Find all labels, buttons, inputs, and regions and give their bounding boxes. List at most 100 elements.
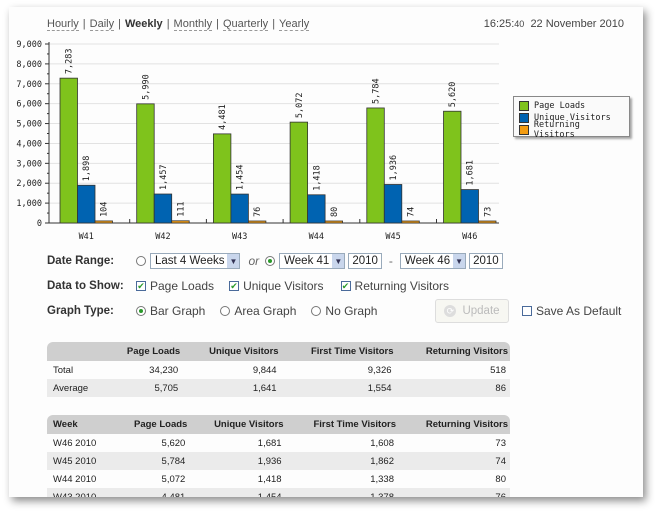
bar-value-label: 111 xyxy=(176,201,186,216)
x-tick-label: W41 xyxy=(79,232,94,242)
y-tick-label: 6,000 xyxy=(16,100,42,110)
data-to-show-row: Data to Show: ✔ Page Loads ✔ Unique Visito… xyxy=(47,279,450,293)
bar-value-label: 76 xyxy=(253,207,263,217)
x-tick-label: W43 xyxy=(232,232,247,242)
bar-unique-visitors xyxy=(230,193,249,224)
preset-range-select[interactable]: Last 4 Weeks ▼ xyxy=(150,253,241,269)
bar-unique-visitors xyxy=(460,189,479,224)
bar-returning-visitors xyxy=(171,220,190,224)
bar-value-label: 1,457 xyxy=(159,164,169,190)
y-tick-label: 0 xyxy=(37,219,42,229)
period-hourly[interactable]: Hourly xyxy=(47,18,79,31)
x-tick-label: W46 xyxy=(462,232,477,242)
save-as-default-checkbox[interactable] xyxy=(522,306,532,316)
date-range-label: Date Range: xyxy=(47,255,115,267)
bar-page-loads xyxy=(366,107,385,224)
bar-value-label: 7,283 xyxy=(65,49,75,75)
bar-page-loads xyxy=(136,103,155,224)
stats-panel: Hourly | Daily | Weekly | Monthly | Quarterly | Ye… xyxy=(9,7,643,497)
y-tick-label: 3,000 xyxy=(16,159,42,169)
period-quarterly[interactable]: Quarterly xyxy=(222,18,269,31)
legend-item-returning-visitors: Returning Visitors xyxy=(519,120,624,140)
no-graph-radio[interactable] xyxy=(311,306,322,316)
period-nav: Hourly | Daily | Weekly | Monthly | Quarterly | Ye… xyxy=(47,18,310,31)
x-tick-label: W45 xyxy=(385,232,400,242)
bar-value-label: 1,898 xyxy=(82,156,92,182)
y-tick-label: 2,000 xyxy=(16,179,42,189)
y-tick-label: 5,000 xyxy=(16,120,42,130)
page-loads-checkbox[interactable]: ✔ xyxy=(136,281,146,291)
bar-chart: 0 1,000 2,000 3,000 4,000 5,000 6,000 7,000 8,00… xyxy=(16,40,499,242)
legend-swatch-page-loads xyxy=(519,101,529,111)
y-tick-label: 9,000 xyxy=(16,40,42,50)
update-button[interactable]: ⟳ Update xyxy=(435,299,509,323)
from-week-select[interactable]: Week 41 ▼ xyxy=(279,253,346,269)
weekly-table: Week Page Loads Unique Visitors First Ti… xyxy=(47,415,510,497)
x-tick-label: W44 xyxy=(309,232,324,242)
bar-page-loads xyxy=(212,133,232,224)
bar-returning-visitors xyxy=(478,220,497,224)
chevron-down-icon: ▼ xyxy=(332,254,345,268)
to-week-select[interactable]: Week 46 ▼ xyxy=(399,253,467,269)
y-tick-label: 1,000 xyxy=(16,199,42,209)
table-row: W43 2010 4,481 1,454 1,378 76 xyxy=(47,488,510,497)
bar-value-label: 4,481 xyxy=(218,104,228,130)
period-daily[interactable]: Daily xyxy=(89,18,115,31)
graph-type-label: Graph Type: xyxy=(47,305,114,317)
bar-value-label: 74 xyxy=(407,207,417,217)
legend-swatch-returning-visitors xyxy=(519,125,529,135)
bar-value-label: 5,784 xyxy=(372,78,382,104)
bar-value-label: 1,681 xyxy=(466,160,476,186)
clock: 16:25:40 22 November 2010 xyxy=(484,18,624,30)
returning-visitors-checkbox[interactable]: ✔ xyxy=(340,281,351,291)
data-to-show-label: Data to Show: xyxy=(47,280,124,292)
table-row: W44 2010 5,072 1,418 1,338 80 xyxy=(47,470,510,488)
bar-returning-visitors xyxy=(94,220,113,224)
refresh-icon: ⟳ xyxy=(444,305,457,317)
preset-range-radio[interactable] xyxy=(136,256,146,266)
clock-date: 22 November 2010 xyxy=(530,18,624,30)
clock-seconds: 40 xyxy=(514,19,525,29)
period-weekly[interactable]: Weekly xyxy=(125,18,163,30)
weekly-header-row: Week Page Loads Unique Visitors First Ti… xyxy=(47,415,510,434)
period-monthly[interactable]: Monthly xyxy=(173,18,213,31)
bar-value-label: 1,418 xyxy=(312,165,322,191)
chevron-down-icon: ▼ xyxy=(453,254,466,268)
or-label: or xyxy=(248,254,260,268)
to-year-input[interactable]: 2010 xyxy=(469,253,503,269)
from-year-input[interactable]: 2010 xyxy=(348,253,382,269)
bar-unique-visitors xyxy=(383,184,403,224)
summary-header-row: Page Loads Unique Visitors First Time Vi… xyxy=(47,342,510,361)
bar-graph-radio[interactable] xyxy=(136,306,146,316)
custom-range-radio[interactable] xyxy=(265,256,276,266)
graph-type-row: Graph Type: Bar Graph Area Graph No Grap… xyxy=(47,304,378,318)
bar-value-label: 1,454 xyxy=(236,164,246,190)
x-tick-label: W42 xyxy=(155,232,170,242)
bar-unique-visitors xyxy=(153,193,173,224)
bar-value-label: 5,072 xyxy=(295,93,305,119)
bar-returning-visitors xyxy=(401,220,420,224)
bar-returning-visitors xyxy=(247,220,267,224)
y-tick-label: 4,000 xyxy=(16,139,42,149)
bar-value-label: 5,990 xyxy=(141,74,151,100)
bar-unique-visitors xyxy=(77,184,96,224)
chart-legend: Page Loads Unique Visitors Returning Vis… xyxy=(513,96,630,140)
period-yearly[interactable]: Yearly xyxy=(279,18,310,31)
table-row: Total 34,230 9,844 9,326 518 xyxy=(47,361,510,379)
clock-time: 16:25: xyxy=(483,18,515,30)
bar-value-label: 80 xyxy=(330,207,340,217)
bar-returning-visitors xyxy=(324,220,344,224)
legend-item-page-loads: Page Loads xyxy=(519,100,624,112)
save-as-default[interactable]: Save As Default xyxy=(522,304,621,318)
unique-visitors-checkbox[interactable]: ✔ xyxy=(229,281,240,291)
bar-value-label: 5,620 xyxy=(448,82,458,108)
y-tick-label: 8,000 xyxy=(16,60,42,70)
date-range-row: Date Range: Last 4 Weeks ▼ or Week 41 ▼ 20… xyxy=(47,251,503,271)
bar-value-label: 104 xyxy=(100,202,110,217)
chevron-down-icon: ▼ xyxy=(227,254,240,268)
bar-page-loads xyxy=(289,121,309,224)
area-graph-radio[interactable] xyxy=(220,306,231,316)
table-row: Average 5,705 1,641 1,554 86 xyxy=(47,379,510,397)
y-tick-label: 7,000 xyxy=(16,80,42,90)
legend-swatch-unique-visitors xyxy=(519,113,529,123)
